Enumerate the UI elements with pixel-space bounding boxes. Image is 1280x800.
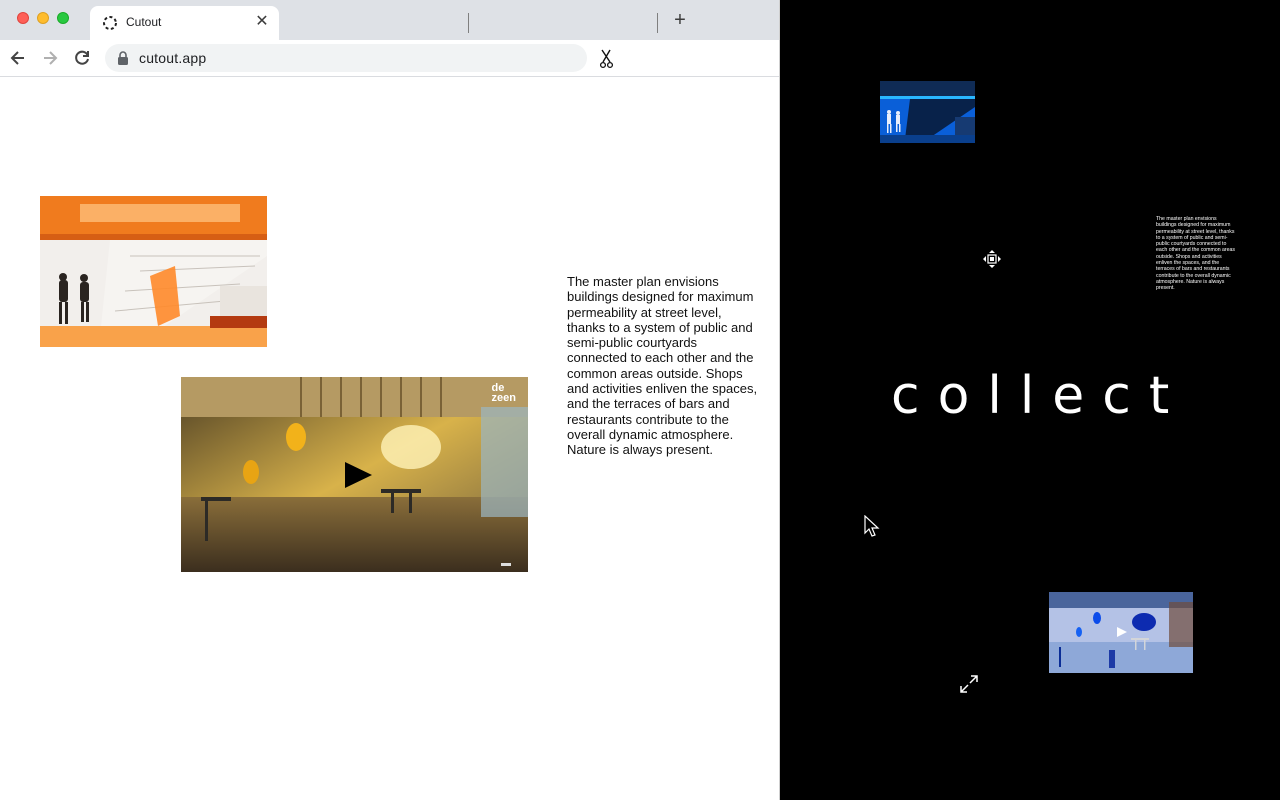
close-window-button[interactable] [17, 12, 29, 24]
staircase-photo[interactable] [40, 196, 267, 347]
expand-icon[interactable] [959, 674, 979, 694]
address-bar[interactable]: cutout.app [105, 44, 587, 72]
collect-canvas[interactable]: The master plan envisions buildings desi… [781, 0, 1280, 800]
play-icon[interactable] [345, 462, 372, 488]
scissors-icon[interactable] [596, 48, 618, 70]
staircase-image [40, 196, 267, 347]
tab-close-icon[interactable]: ✕ [254, 14, 270, 30]
zoom-window-button[interactable] [57, 12, 69, 24]
cursor-icon [864, 515, 880, 537]
arrow-left-icon[interactable] [8, 48, 28, 68]
collected-text-snippet[interactable]: The master plan envisions buildings desi… [1156, 216, 1236, 292]
inverted-staircase-image [880, 81, 975, 143]
browser-window: Cutout ✕ + cutout.app de zeen The master… [0, 0, 780, 800]
play-icon[interactable] [1117, 627, 1127, 637]
lock-icon [118, 51, 128, 65]
browser-toolbar: cutout.app [0, 40, 779, 77]
tab-cutout[interactable]: Cutout ✕ [90, 6, 279, 40]
cutout-favicon-icon [103, 16, 117, 30]
move-icon[interactable] [982, 249, 1002, 269]
tab-strip: Cutout ✕ + [0, 0, 779, 40]
arrow-right-icon[interactable] [40, 48, 60, 68]
collected-image-thumbnail[interactable] [880, 81, 975, 143]
reload-icon[interactable] [72, 48, 92, 68]
master-plan-paragraph: The master plan envisions buildings desi… [567, 274, 758, 458]
collect-heading: collect [891, 366, 1188, 426]
minimize-window-button[interactable] [37, 12, 49, 24]
tab-title: Cutout [126, 15, 162, 29]
video-player[interactable]: de zeen [181, 377, 528, 572]
new-tab-button[interactable]: + [670, 10, 690, 30]
collected-video-thumbnail[interactable] [1049, 592, 1193, 673]
tab-separator [468, 13, 469, 33]
dezeen-watermark: de zeen [491, 382, 516, 404]
tab-separator [657, 13, 658, 33]
url-text: cutout.app [139, 50, 207, 66]
